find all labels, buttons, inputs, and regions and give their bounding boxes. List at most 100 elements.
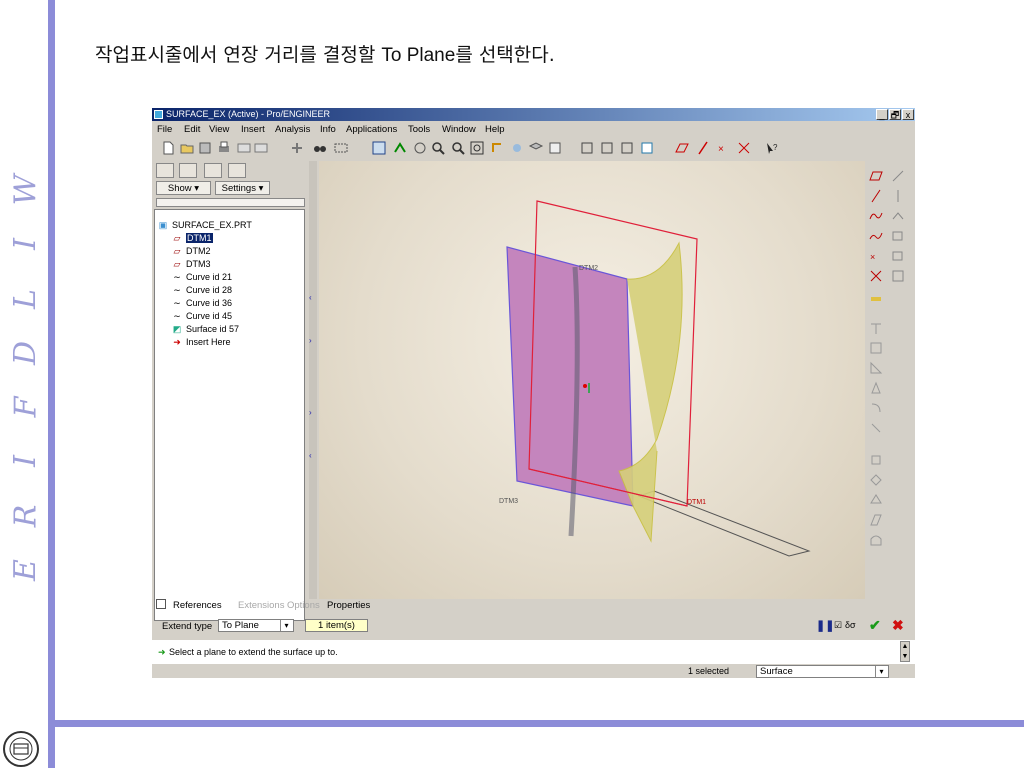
tab-properties[interactable]: Properties — [327, 600, 370, 611]
graphics-window[interactable]: DTM2 DTM1 DTM3 — [319, 161, 865, 599]
coordinate-systems-toggle-icon[interactable] — [736, 140, 752, 156]
menu-edit[interactable]: Edit — [184, 124, 200, 135]
tab-options[interactable]: Options — [287, 600, 320, 611]
reorient-icon[interactable] — [489, 140, 505, 156]
menu-analysis[interactable]: Analysis — [275, 124, 310, 135]
freeform-tool-icon[interactable] — [869, 513, 883, 527]
shell-tool-icon[interactable] — [869, 341, 883, 355]
chevron-down-icon[interactable]: ▾ — [280, 620, 292, 631]
extend-tool-icon[interactable] — [891, 249, 905, 263]
context-help-icon[interactable]: ? — [764, 140, 780, 156]
no-hidden-icon[interactable] — [619, 140, 635, 156]
spin-center-icon[interactable] — [392, 140, 408, 156]
offset-tool-icon[interactable] — [869, 453, 883, 467]
hole-tool-icon[interactable] — [869, 321, 883, 335]
preview-checkbox[interactable]: ☑ — [834, 620, 842, 631]
repaint-icon[interactable] — [371, 140, 387, 156]
tree-item-dtm3[interactable]: ▱ DTM3 — [171, 259, 211, 270]
zoom-out-icon[interactable] — [450, 140, 466, 156]
view-manager-icon[interactable] — [547, 140, 563, 156]
menu-window[interactable]: Window — [442, 124, 476, 135]
sketch-tool-icon[interactable] — [891, 169, 905, 183]
menu-info[interactable]: Info — [320, 124, 336, 135]
shading-icon[interactable] — [639, 140, 655, 156]
table-tool-icon[interactable] — [891, 269, 905, 283]
wireframe-icon[interactable] — [579, 140, 595, 156]
tab-favorites[interactable] — [204, 163, 222, 178]
refit-icon[interactable] — [469, 140, 485, 156]
collapse-arrow-icon[interactable]: ‹ — [309, 451, 312, 460]
pause-icon[interactable]: ❚❚ — [816, 619, 834, 632]
expand-arrow-icon[interactable]: › — [309, 336, 312, 345]
tree-item-insert-here[interactable]: ➜ Insert Here — [171, 337, 230, 348]
tree-item-curve-28[interactable]: ∼ Curve id 28 — [171, 285, 232, 296]
menu-applications[interactable]: Applications — [346, 124, 397, 135]
expand-arrow-icon[interactable]: › — [309, 408, 312, 417]
solidify-tool-icon[interactable] — [869, 493, 883, 507]
menu-tools[interactable]: Tools — [408, 124, 430, 135]
draft-tool-icon[interactable] — [869, 381, 883, 395]
tree-item-surface-57[interactable]: ◩ Surface id 57 — [171, 324, 239, 335]
model-graphics[interactable]: DTM2 DTM1 DTM3 — [319, 161, 865, 599]
csys-tool-icon[interactable] — [869, 269, 883, 283]
menu-help[interactable]: Help — [485, 124, 505, 135]
trim-tool-icon[interactable] — [891, 229, 905, 243]
model-tree[interactable]: ▣ SURFACE_EX.PRT ▱ DTM1 ▱ DTM2 ▱ DTM3 ∼ Curve… — [154, 209, 305, 621]
glasses-icon[interactable]: δσ — [845, 620, 856, 630]
settings-dropdown[interactable]: Settings ▾ — [215, 181, 270, 195]
show-dropdown[interactable]: Show ▾ — [156, 181, 211, 195]
thicken-tool-icon[interactable] — [869, 473, 883, 487]
datum-planes-toggle-icon[interactable] — [674, 140, 690, 156]
message-scroll[interactable]: ▲ ▼ — [900, 641, 910, 662]
save-icon[interactable] — [197, 140, 213, 156]
tab-extensions[interactable]: Extensions — [238, 600, 284, 611]
tab-folder-browser[interactable] — [179, 163, 197, 178]
selection-box-icon[interactable] — [333, 140, 349, 156]
references-collector[interactable]: 1 item(s) — [305, 619, 368, 632]
warp-tool-icon[interactable] — [869, 533, 883, 547]
saved-views-icon[interactable] — [509, 140, 525, 156]
datum-plane-tool-icon[interactable] — [869, 169, 883, 183]
send-mail-icon[interactable] — [236, 140, 252, 156]
new-file-icon[interactable] — [160, 140, 176, 156]
datum-points-toggle-icon[interactable]: × — [715, 140, 731, 156]
tree-item-dtm1[interactable]: ▱ DTM1 — [171, 233, 213, 244]
minimize-button[interactable]: _ — [876, 109, 888, 120]
datum-axis-tool-icon[interactable] — [869, 189, 883, 203]
orient-mode-icon[interactable] — [412, 140, 428, 156]
chevron-down-icon[interactable]: ▾ — [875, 666, 887, 677]
tree-item-curve-36[interactable]: ∼ Curve id 36 — [171, 298, 232, 309]
selection-filter-select[interactable]: Surface ▾ — [756, 665, 889, 678]
extend-type-select[interactable]: To Plane ▾ — [218, 619, 294, 632]
expand-panel-icon[interactable] — [156, 599, 166, 609]
mirror-tool-icon[interactable] — [891, 189, 905, 203]
sketched-curve-tool-icon[interactable] — [869, 229, 883, 243]
print-icon[interactable] — [216, 140, 232, 156]
panel-splitter[interactable]: ‹ › › ‹ — [309, 161, 317, 599]
apply-check-icon[interactable]: ✔ — [869, 617, 881, 634]
datum-axes-toggle-icon[interactable] — [695, 140, 711, 156]
regenerate-icon[interactable] — [289, 140, 305, 156]
menu-view[interactable]: View — [209, 124, 229, 135]
datum-point-tool-icon[interactable]: × — [869, 249, 883, 263]
menu-insert[interactable]: Insert — [241, 124, 265, 135]
tree-root[interactable]: ▣ SURFACE_EX.PRT — [157, 220, 252, 231]
menu-file[interactable]: File — [157, 124, 172, 135]
tree-item-dtm2[interactable]: ▱ DTM2 — [171, 246, 211, 257]
analysis-tool-icon[interactable] — [869, 289, 883, 303]
zoom-in-icon[interactable] — [430, 140, 446, 156]
hidden-line-icon[interactable] — [599, 140, 615, 156]
round-tool-icon[interactable] — [869, 401, 883, 415]
merge-tool-icon[interactable] — [891, 209, 905, 223]
cancel-x-icon[interactable]: ✖ — [892, 617, 904, 634]
rib-tool-icon[interactable] — [869, 361, 883, 375]
restore-button[interactable]: 🗗 — [889, 109, 901, 120]
surface-pink[interactable] — [506, 246, 634, 507]
layers-icon[interactable] — [528, 140, 544, 156]
datum-curve-tool-icon[interactable] — [869, 209, 883, 223]
chamfer-tool-icon[interactable] — [869, 421, 883, 435]
find-icon[interactable] — [312, 140, 328, 156]
tree-item-curve-45[interactable]: ∼ Curve id 45 — [171, 311, 232, 322]
tab-references[interactable]: References — [173, 600, 222, 611]
tab-model-tree[interactable] — [156, 163, 174, 178]
